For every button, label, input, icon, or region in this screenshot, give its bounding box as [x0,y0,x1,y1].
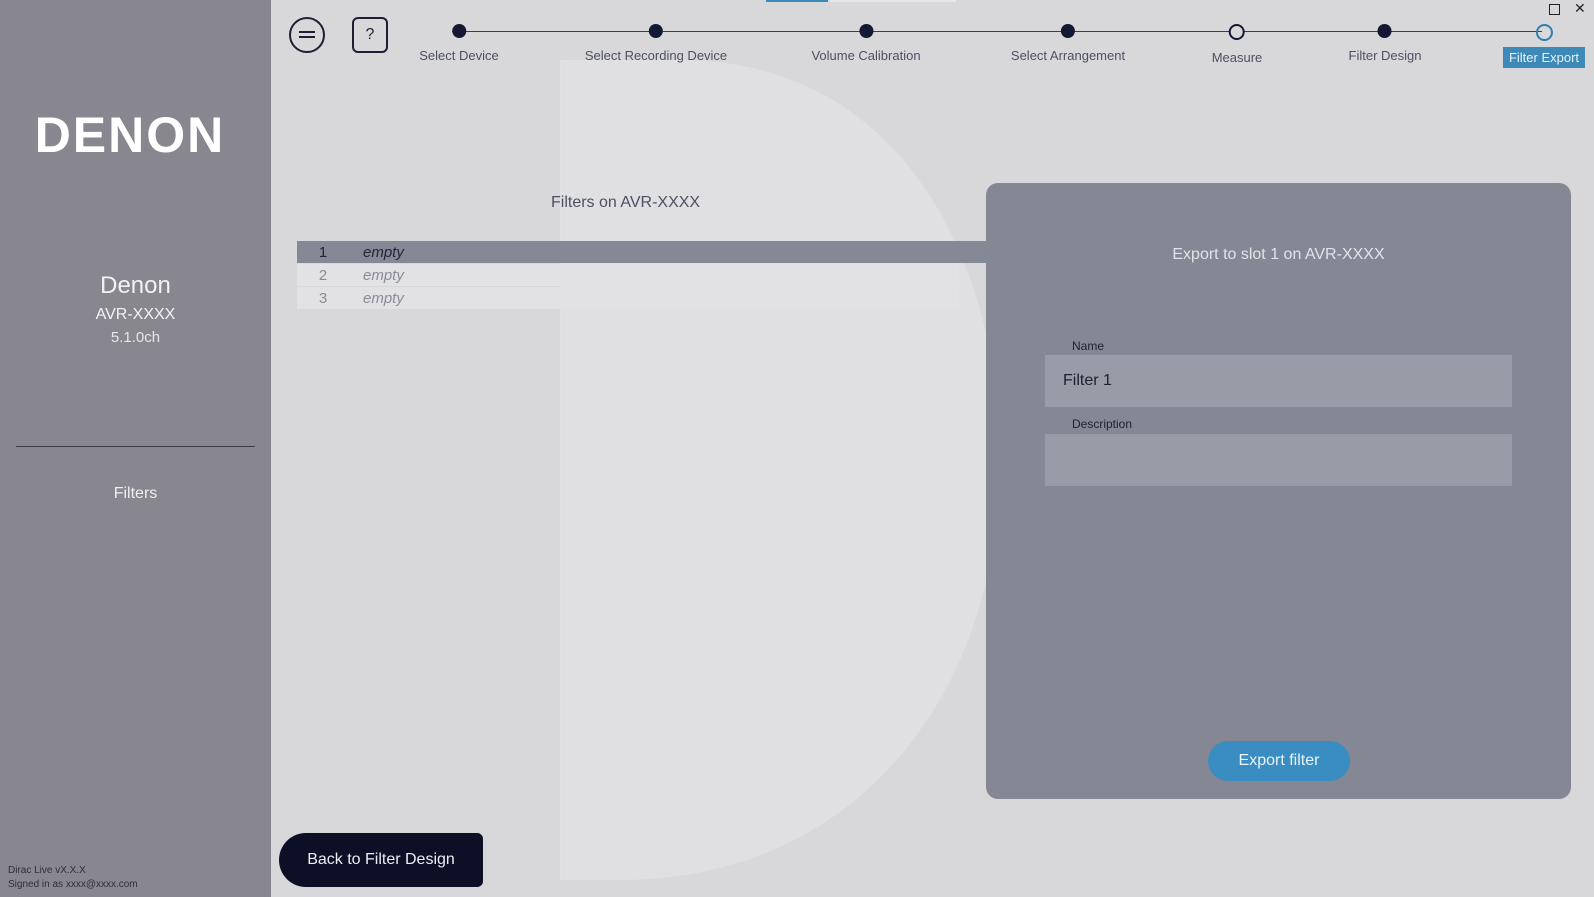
filter-slot-row[interactable]: 3 empty [297,287,959,309]
sidebar-item-filters[interactable]: Filters [0,485,271,503]
description-label: Description [1072,417,1133,431]
step-dot-current [1535,24,1553,41]
export-filter-button[interactable]: Export filter [1208,741,1350,781]
step-label: Measure [1211,50,1263,65]
step-dot-open [1228,24,1245,40]
step-dot [859,24,873,38]
back-to-filter-design-button[interactable]: Back to Filter Design [279,833,483,887]
maximize-icon[interactable] [1549,4,1560,15]
menu-button[interactable] [289,17,325,53]
version-info: Dirac Live vX.X.X Signed in as xxxx@xxxx… [8,864,138,892]
denon-logo: DENON [34,107,226,163]
version-text: Dirac Live vX.X.X [8,865,86,876]
step-dot [1061,24,1075,38]
device-brand: Denon [100,272,171,299]
device-model: AVR-XXXX [95,306,176,323]
name-label: Name [1072,339,1105,353]
slot-number: 1 [318,243,328,261]
menu-icon [299,31,315,38]
step-label: Select Recording Device [584,48,728,63]
background-logo-shape [560,60,1000,880]
step-measure[interactable]: Measure [1211,24,1263,65]
name-input[interactable] [1045,355,1512,407]
sidebar-divider [16,446,255,447]
slot-value: empty [363,289,404,307]
slot-value: empty [363,243,404,261]
filter-slot-row[interactable]: 2 empty [297,264,959,286]
filter-slot-row[interactable]: 1 empty [297,241,987,263]
step-volume-calibration[interactable]: Volume Calibration [811,24,921,63]
step-label: Filter Design [1348,48,1422,63]
filters-list-title: Filters on AVR-XXXX [551,194,701,211]
device-channels: 5.1.0ch [110,329,161,346]
export-panel: Export to slot 1 on AVR-XXXX Name Descri… [986,183,1571,799]
step-filter-export[interactable]: Filter Export [1502,24,1586,68]
help-button[interactable]: ? [352,17,388,53]
step-select-arrangement[interactable]: Select Arrangement [1011,24,1125,63]
top-accent-bar-light [830,0,956,2]
slot-number: 2 [318,266,328,284]
step-label: Volume Calibration [811,48,921,63]
signed-in-text: Signed in as xxxx@xxxx.com [8,879,138,890]
step-label-active: Filter Export [1502,47,1586,68]
sidebar: DENON Denon AVR-XXXX 5.1.0ch Filters Dir… [0,0,271,897]
step-label: Select Arrangement [1010,48,1126,63]
step-filter-design[interactable]: Filter Design [1348,24,1422,63]
slot-number: 3 [318,289,328,307]
step-dot [648,24,663,38]
top-accent-bar [766,0,828,2]
help-icon: ? [365,26,375,43]
step-select-device[interactable]: Select Device [419,24,499,63]
description-input[interactable] [1045,434,1512,486]
step-dot [451,24,466,38]
close-icon[interactable]: ✕ [1574,0,1586,17]
export-panel-title: Export to slot 1 on AVR-XXXX [1172,246,1385,263]
slot-value: empty [363,266,404,284]
step-label: Select Device [419,48,499,63]
step-dot [1378,24,1392,38]
step-select-recording-device[interactable]: Select Recording Device [585,24,727,63]
